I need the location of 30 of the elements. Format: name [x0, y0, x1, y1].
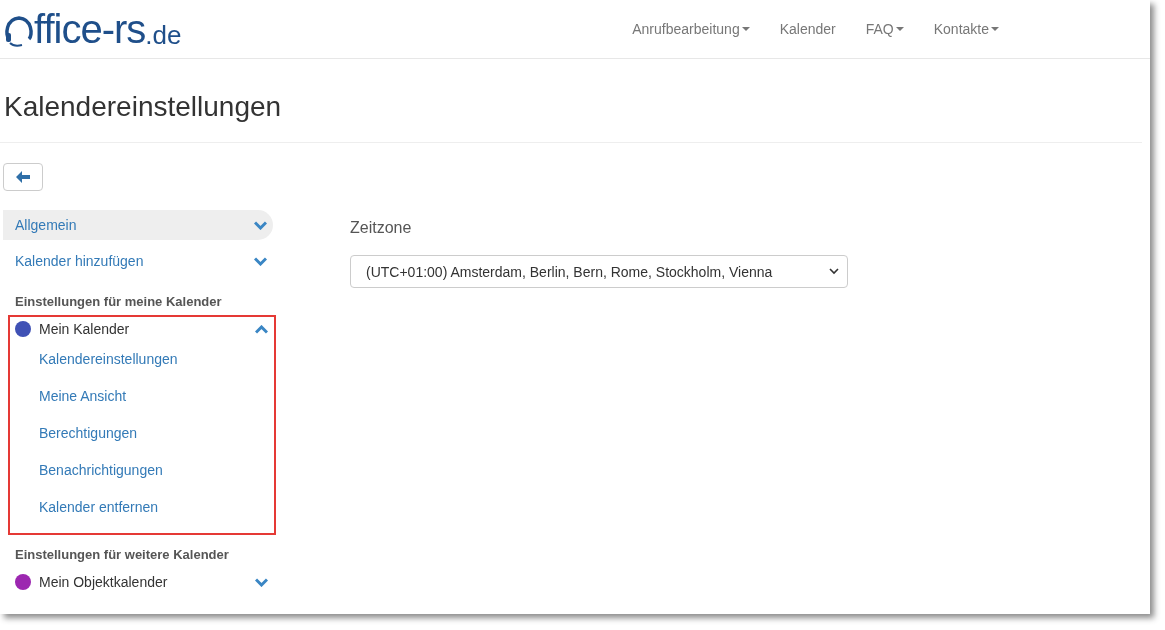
- nav-link[interactable]: Anrufbearbeitung: [617, 21, 765, 37]
- chevron-down-icon[interactable]: [254, 256, 267, 266]
- page-title: Kalendereinstellungen: [4, 91, 283, 123]
- caret-icon: [741, 26, 750, 32]
- caret-icon: [991, 26, 999, 32]
- timezone-select[interactable]: (UTC+01:00) Amsterdam, Berlin, Bern, Rome, Stockholm, Vienna: [350, 255, 848, 288]
- headset-icon: [4, 13, 34, 49]
- calendar-menu-link[interactable]: Berechtigungen: [10, 415, 138, 452]
- chevron-down-icon: [829, 268, 839, 275]
- arrow-left-icon: [16, 171, 30, 183]
- logo[interactable]: ffice-rs.de: [4, 9, 182, 49]
- calendar-menu-link[interactable]: Kalendereinstellungen: [10, 341, 178, 378]
- chevron-up-icon[interactable]: [255, 324, 268, 334]
- chevron-down-icon[interactable]: [255, 577, 268, 587]
- sidebar-item[interactable]: Kalender hinzufügen: [3, 246, 273, 276]
- calendar-name[interactable]: Mein Kalender: [15, 321, 130, 337]
- back-button[interactable]: [3, 163, 43, 191]
- calendar-menu-link[interactable]: Kalender entfernen: [10, 489, 159, 526]
- sidebar-item[interactable]: Allgemein: [3, 210, 273, 240]
- caret-icon: [895, 26, 904, 32]
- calendar-menu-link[interactable]: Benachrichtigungen: [10, 452, 163, 489]
- section-heading: Einstellungen für meine Kalender: [14, 293, 223, 311]
- section-heading: Einstellungen für weitere Kalender: [14, 546, 230, 564]
- field-label: Zeitzone: [350, 219, 413, 237]
- nav-link[interactable]: Kontakte: [918, 21, 1014, 37]
- calendar-name[interactable]: Mein Objektkalender: [15, 574, 168, 590]
- chevron-down-icon[interactable]: [254, 220, 267, 230]
- nav-link[interactable]: FAQ: [850, 21, 919, 37]
- calendar-menu-link[interactable]: Meine Ansicht: [10, 378, 127, 415]
- nav-link[interactable]: Kalender: [764, 21, 851, 37]
